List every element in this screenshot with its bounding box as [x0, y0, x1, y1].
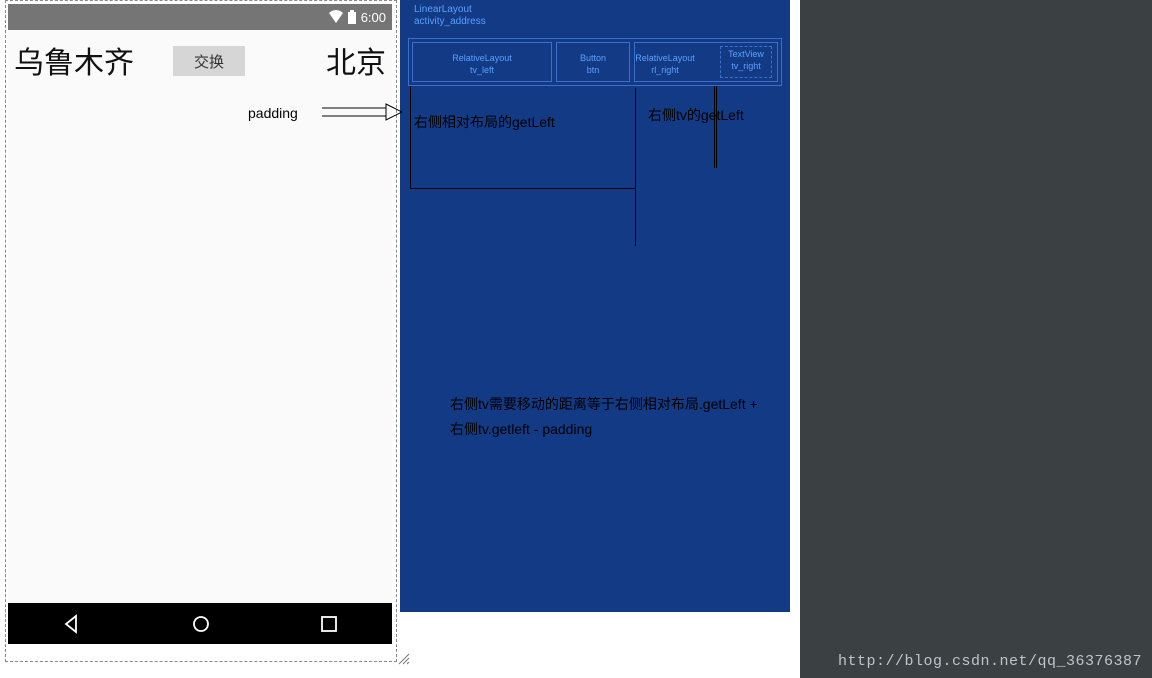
swap-button[interactable]: 交换: [173, 46, 245, 76]
home-icon[interactable]: [191, 614, 211, 634]
guide-line: [635, 88, 636, 246]
guide-line: [410, 86, 411, 188]
guide-line: [716, 86, 717, 168]
navigation-bar: [8, 603, 392, 644]
blueprint-left-id: tv_left: [413, 65, 551, 75]
device-preview: 6:00 乌鲁木齐 交换 北京: [8, 4, 392, 644]
arrow-icon: [322, 102, 402, 122]
guide-line: [714, 86, 715, 168]
tv-right: 北京: [326, 38, 386, 82]
recent-icon[interactable]: [320, 615, 338, 633]
annotation-right-rl-getleft: 右侧相对布局的getLeft: [414, 112, 555, 132]
layout-blueprint: LinearLayout activity_address RelativeLa…: [400, 0, 790, 612]
tv-left: 乌鲁木齐: [14, 38, 134, 82]
status-time: 6:00: [361, 10, 386, 25]
blueprint-container-type: LinearLayout: [414, 4, 472, 15]
blueprint-tv-right-id: tv_right: [721, 61, 771, 71]
status-bar: 6:00: [8, 4, 392, 30]
editor-dark-panel: [800, 0, 1152, 678]
annotation-formula: 右侧tv需要移动的距离等于右侧相对布局.getLeft + 右侧tv.getle…: [450, 392, 770, 442]
blueprint-rl-left: RelativeLayout tv_left: [412, 42, 552, 82]
wifi-icon: [328, 10, 344, 24]
blueprint-tv-right: TextView tv_right: [720, 46, 772, 78]
blueprint-right-id: rl_right: [605, 65, 725, 75]
blueprint-tv-right-type: TextView: [721, 49, 771, 59]
guide-line: [410, 188, 635, 189]
address-row: 乌鲁木齐 交换 北京: [8, 30, 392, 90]
resize-handle-icon[interactable]: [397, 652, 411, 666]
blueprint-container-id: activity_address: [414, 16, 486, 27]
annotation-right-tv-getleft: 右侧tv的getLeft: [648, 105, 744, 125]
blueprint-left-type: RelativeLayout: [413, 53, 551, 63]
blueprint-right-type: RelativeLayout: [605, 53, 725, 63]
battery-icon: [347, 10, 357, 24]
watermark-url: http://blog.csdn.net/qq_36376387: [838, 653, 1142, 670]
annotation-padding-label: padding: [248, 105, 298, 121]
back-icon[interactable]: [62, 614, 82, 634]
